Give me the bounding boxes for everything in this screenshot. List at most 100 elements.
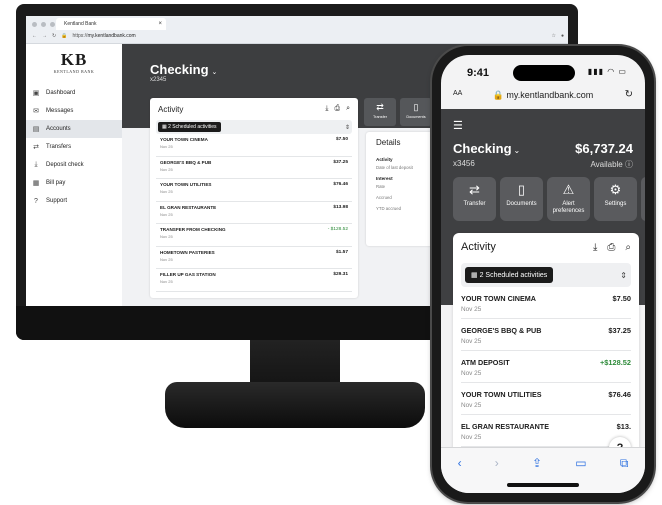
browser-tab[interactable]: Kentland Bank ×	[56, 18, 166, 30]
documents-button[interactable]: ▯ Documents	[400, 98, 432, 126]
transaction-name: GEORGE'S BBQ & PUB	[160, 159, 212, 165]
transaction-row[interactable]: EL GRAN RESTAURANTE Nov 25 $13.98	[156, 202, 352, 224]
transfer-button[interactable]: ⇄ Transfer	[364, 98, 396, 126]
transaction-date: Nov 25	[160, 211, 173, 217]
scheduled-activities-label: 2 Scheduled activities	[168, 124, 217, 130]
quick-actions: ⇄ Transfer ▯ Documents ⚠ Alert preferences …	[453, 177, 645, 221]
forward-icon[interactable]: →	[42, 31, 47, 42]
scheduled-activities-button[interactable]: ▦ 2 Scheduled activities	[158, 122, 221, 132]
transaction-date: Nov 25	[160, 234, 173, 239]
address-bar[interactable]: ← → ↻ 🔒 https://my.kentlandbank.com ☆ ●	[30, 31, 564, 42]
sidebar-nav: ▣ Dashboard ✉ Messages ▤ Accounts ⇄ Transfer…	[26, 84, 122, 210]
documents-button[interactable]: ▯ Documents	[500, 177, 543, 221]
sidebar-item-dashboard[interactable]: ▣ Dashboard	[26, 84, 122, 102]
maximize-window-dot[interactable]	[50, 22, 55, 27]
scheduled-activities-button[interactable]: ▦ 2 Scheduled activities	[465, 267, 554, 283]
window-controls[interactable]	[32, 22, 55, 27]
search-icon[interactable]: ⌕	[346, 105, 350, 113]
transaction-row[interactable]: YOUR TOWN UTILITIES Nov 25 $76.46	[461, 383, 631, 415]
transaction-date: Nov 25	[160, 166, 173, 172]
available-balance-label[interactable]: Available ⓘ	[590, 159, 633, 170]
info-icon[interactable]: ⓘ	[625, 160, 633, 169]
sidebar-item-bill-pay[interactable]: ▦ Bill pay	[26, 174, 122, 192]
transaction-row[interactable]: ATM DEPOSIT Nov 25 +$128.52	[461, 351, 631, 383]
transfer-button[interactable]: ⇄ Transfer	[453, 177, 496, 221]
scheduled-activities-bar[interactable]: ▦ 2 Scheduled activities ⇕	[156, 120, 352, 134]
print-icon[interactable]: ⎙	[334, 105, 340, 113]
transaction-name: YOUR TOWN CINEMA	[160, 137, 208, 142]
account-balance: $6,737.24	[575, 141, 633, 156]
details-activity-heading: Activity	[376, 157, 393, 162]
quick-actions: ⇄ Transfer ▯ Documents	[364, 98, 432, 126]
transaction-row[interactable]: GEORGE'S BBQ & PUB Nov 25 $37.25	[461, 319, 631, 351]
bookmark-star-icon[interactable]: ☆	[551, 31, 555, 42]
transaction-name: GEORGE'S BBQ & PUB	[461, 326, 542, 335]
transaction-row[interactable]: HOMETOWN PASTERIES Nov 25 $1.57	[156, 247, 352, 269]
sidebar-item-accounts[interactable]: ▤ Accounts	[26, 120, 122, 138]
signal-wifi-battery-icon: ▮▮▮ ◠ ▭	[587, 67, 627, 76]
chevron-down-icon: ⌄	[513, 146, 521, 155]
sidebar-item-deposit-check[interactable]: ⤓ Deposit check	[26, 156, 122, 174]
transaction-name: ATM DEPOSIT	[461, 358, 510, 367]
back-icon[interactable]: ←	[32, 31, 37, 42]
mobile-address-bar[interactable]: AA 🔒 my.kentlandbank.com ↻	[441, 87, 645, 105]
transaction-name: EL GRAN RESTAURANTE	[160, 204, 217, 210]
status-time: 9:41	[467, 67, 490, 79]
bank-logo[interactable]: KB KENTLAND BANK	[26, 44, 122, 74]
reload-icon[interactable]: ↻	[625, 89, 633, 100]
tab-close-icon[interactable]: ×	[158, 18, 162, 30]
transaction-row[interactable]: FILLER UP GAS STATION Nov 25 $29.31	[156, 269, 352, 292]
transaction-row[interactable]: EL GRAN RESTAURANTE Nov 25 $13.	[461, 415, 631, 447]
minimize-window-dot[interactable]	[41, 22, 46, 27]
sidebar-item-messages[interactable]: ✉ Messages	[26, 102, 122, 120]
close-window-dot[interactable]	[32, 22, 37, 27]
sidebar: KB KENTLAND BANK ▣ Dashboard ✉ Messages ▤ A…	[26, 44, 122, 306]
sidebar-item-transfers[interactable]: ⇄ Transfers	[26, 138, 122, 156]
print-icon[interactable]: ⎙	[607, 242, 615, 253]
transaction-row[interactable]: YOUR TOWN CINEMA Nov 25 $7.50	[461, 287, 631, 319]
transaction-amount: $37.25	[608, 326, 631, 335]
transaction-date: Nov 25	[461, 306, 482, 313]
activity-header: Activity ⤓ ⎙ ⌕	[150, 98, 358, 120]
transaction-amount: $76.46	[333, 182, 348, 187]
transaction-row[interactable]: YOUR TOWN CINEMA Nov 25 $7.50	[156, 134, 352, 157]
download-icon[interactable]: ⤓	[593, 242, 597, 253]
back-icon[interactable]: ‹	[458, 456, 462, 493]
account-selector[interactable]: Checking ⌄	[453, 141, 520, 156]
sidebar-item-label: Support	[46, 198, 68, 204]
sidebar-item-label: Messages	[46, 108, 74, 114]
transaction-date: Nov 25	[461, 338, 482, 345]
profile-icon[interactable]: ●	[561, 31, 564, 42]
settings-button[interactable]: ⚙ Settings	[594, 177, 637, 221]
transaction-row[interactable]: TRANSFER FROM CHECKING Nov 25 - $128.52	[156, 224, 352, 247]
search-icon[interactable]: ⌕	[625, 242, 631, 253]
transaction-name: YOUR TOWN UTILITIES	[160, 182, 212, 187]
transfer-icon: ⇄	[33, 144, 39, 151]
logo-name: KENTLAND BANK	[53, 69, 95, 74]
forward-icon[interactable]: ›	[495, 456, 499, 493]
document-icon: ▯	[413, 102, 419, 112]
documents-label: Documents	[506, 200, 537, 207]
share-icon[interactable]: ⇪	[532, 456, 542, 493]
sidebar-item-label: Dashboard	[46, 90, 76, 96]
alert-preferences-button[interactable]: ⚠ Alert preferences	[547, 177, 590, 221]
transaction-row[interactable]: GEORGE'S BBQ & PUB Nov 25 $37.25	[156, 157, 352, 179]
url-prefix: https://	[72, 33, 88, 39]
dashboard-icon: ▣	[32, 90, 40, 97]
more-actions-button[interactable]	[641, 177, 645, 221]
hamburger-menu-icon[interactable]: ☰	[453, 119, 463, 132]
sidebar-item-support[interactable]: ? Support	[26, 192, 122, 210]
scheduled-activities-bar[interactable]: ▦ 2 Scheduled activities ⇕	[461, 263, 631, 287]
transaction-row[interactable]: YOUR TOWN UTILITIES Nov 25 $76.46	[156, 179, 352, 202]
details-rate-label: Rate	[376, 184, 386, 189]
expand-updown-icon[interactable]: ⇕	[620, 271, 627, 280]
tabs-icon[interactable]: ⧉	[620, 456, 629, 493]
reload-icon[interactable]: ↻	[52, 31, 56, 42]
transaction-amount: +$128.52	[599, 358, 631, 367]
expand-updown-icon[interactable]: ⇕	[345, 124, 350, 131]
sidebar-item-label: Transfers	[46, 144, 72, 150]
bookmarks-icon[interactable]: ▭	[575, 456, 586, 493]
account-selector[interactable]: Checking ⌄	[150, 62, 217, 77]
logo-mark: KB	[60, 50, 88, 69]
download-icon[interactable]: ⤓	[325, 105, 328, 113]
